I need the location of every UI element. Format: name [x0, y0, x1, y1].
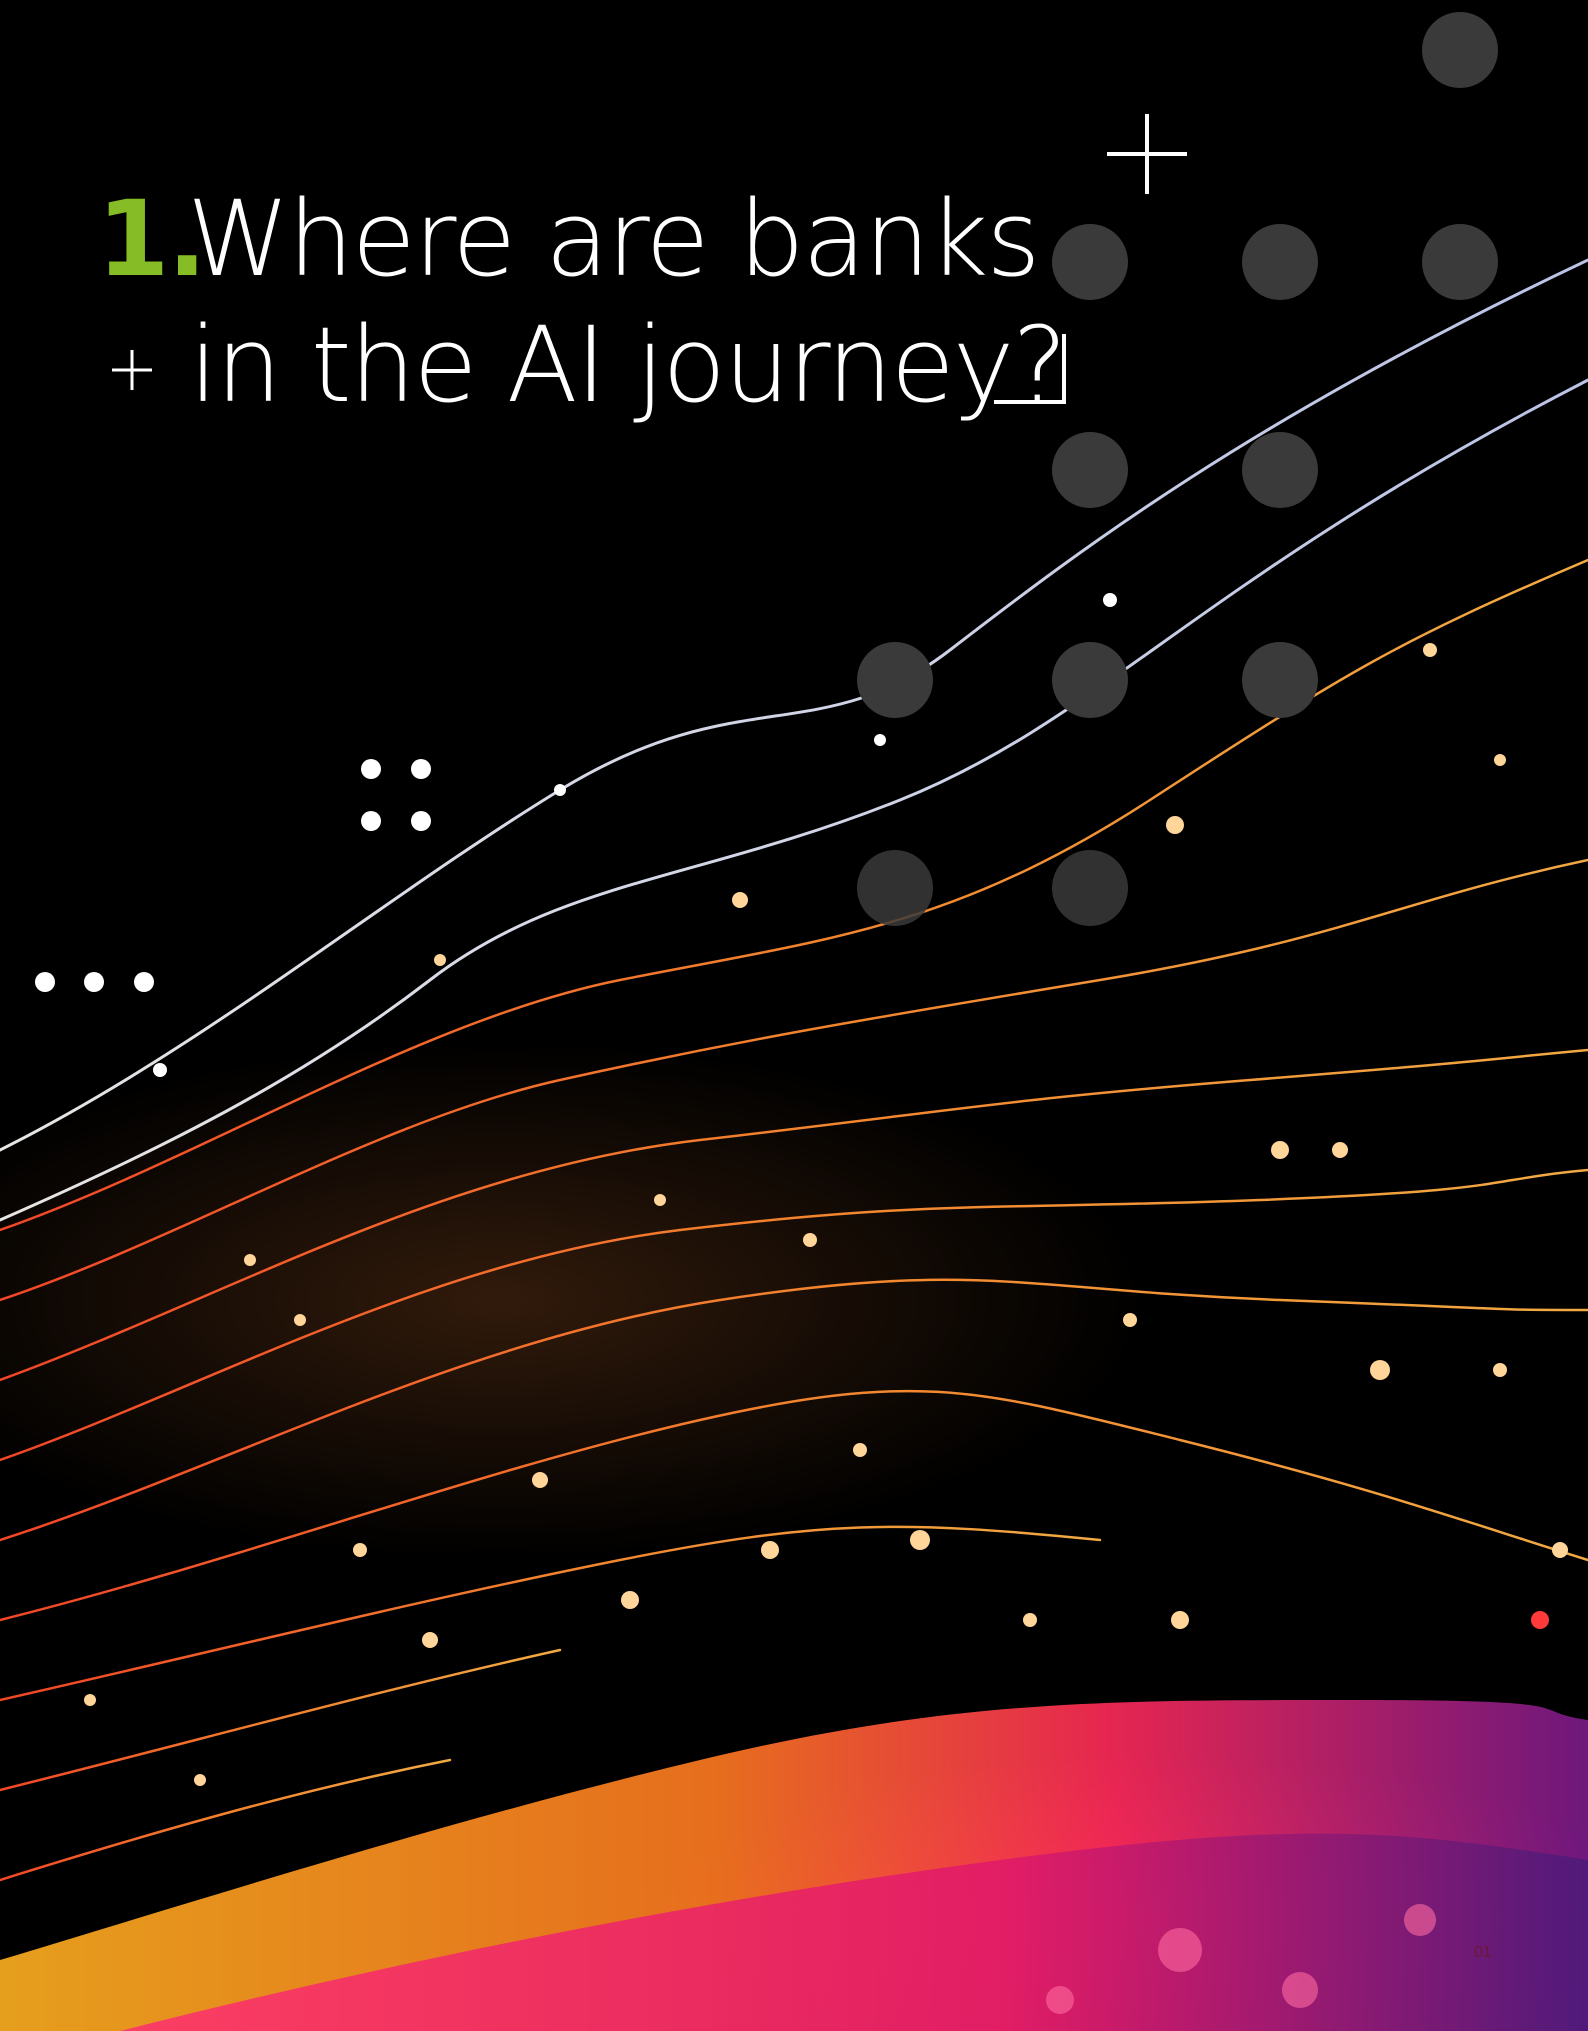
page-number: 01: [1474, 1944, 1492, 1961]
title-line-1: Where are banks: [187, 177, 1041, 300]
cover-page: 1.Where are banks in the AI journey? 01: [0, 0, 1588, 2031]
title-line-2: in the AI journey?: [189, 303, 1067, 426]
plus-icon: [112, 350, 152, 390]
three-dots-icon: [35, 972, 154, 992]
page-title: 1.Where are banks in the AI journey?: [97, 176, 1067, 428]
four-dots-icon: [361, 759, 431, 831]
corner-bracket-icon: [994, 334, 1066, 404]
plus-icon: [1107, 114, 1187, 194]
section-number: 1.: [97, 177, 207, 300]
